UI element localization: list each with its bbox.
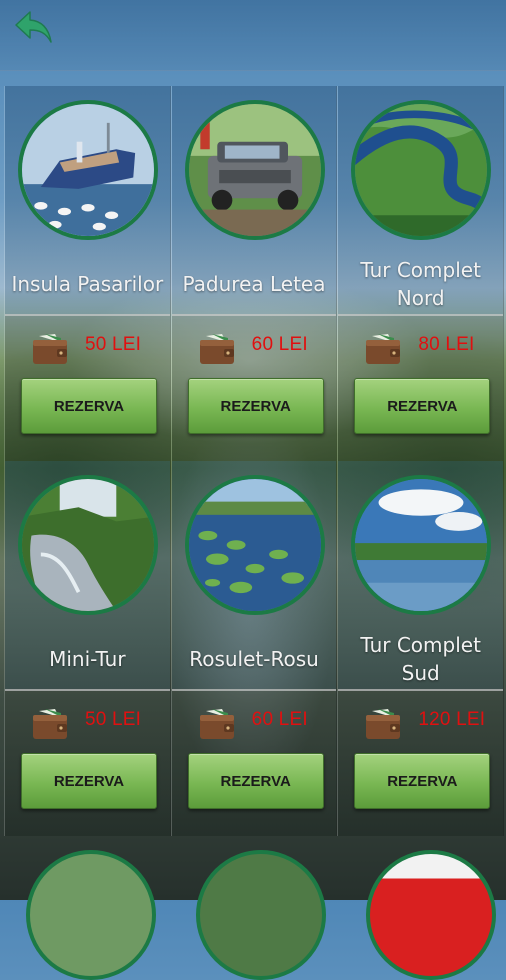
tour-image-partial[interactable] [26, 850, 156, 980]
reserve-button[interactable]: REZERVA [354, 378, 491, 434]
tour-card-footer: 60 LEI REZERVA [171, 689, 337, 836]
reserve-button[interactable]: REZERVA [354, 753, 491, 809]
tour-card-footer: 80 LEI REZERVA [338, 314, 504, 461]
tour-card-footer: 50 LEI REZERVA [5, 314, 170, 461]
reserve-button[interactable]: REZERVA [21, 753, 157, 809]
reserve-button[interactable]: REZERVA [187, 378, 324, 434]
wallet-icon [198, 332, 236, 366]
tour-name: Tur Complet Sud [360, 633, 481, 685]
tour-name: Padurea Letea [182, 272, 326, 296]
tour-image[interactable] [184, 475, 325, 615]
tour-card-header: Rosulet-Rosu [171, 461, 337, 689]
tour-price: 60 LEI [251, 709, 308, 730]
tour-card: Mini-Tur 50 LEI REZERVA [4, 461, 171, 836]
wallet-icon [31, 332, 69, 366]
tour-card: Tur Complet Nord 80 LEI REZERVA [337, 86, 505, 461]
tour-image[interactable] [351, 100, 492, 240]
tour-card-footer: 60 LEI REZERVA [171, 314, 337, 461]
tour-price: 60 LEI [251, 334, 308, 355]
tour-image[interactable] [351, 475, 492, 615]
wallet-icon [198, 707, 236, 741]
tour-image-partial[interactable] [196, 850, 326, 980]
tour-card-header: Mini-Tur [5, 461, 170, 689]
reserve-button[interactable]: REZERVA [21, 378, 157, 434]
back-button[interactable] [12, 8, 56, 48]
tour-card-footer: 50 LEI REZERVA [5, 689, 170, 836]
tour-image[interactable] [18, 475, 158, 615]
top-bar [0, 0, 506, 71]
wallet-icon [364, 707, 402, 741]
tour-price: 50 LEI [85, 709, 142, 730]
tour-name: Tur Complet Nord [360, 258, 481, 310]
tour-card: Tur Complet Sud 120 LEI REZERVA [337, 461, 505, 836]
tour-row: Mini-Tur 50 LEI REZERVA Rosulet-Rosu 60 … [4, 461, 505, 836]
tour-row: Insula Pasarilor 50 LEI REZERVA Padurea … [4, 86, 505, 461]
tour-card-footer: 120 LEI REZERVA [338, 689, 504, 836]
wallet-icon [31, 707, 69, 741]
tour-card: Rosulet-Rosu 60 LEI REZERVA [170, 461, 338, 836]
tour-card-header: Insula Pasarilor [5, 86, 170, 314]
tour-card: Padurea Letea 60 LEI REZERVA [170, 86, 338, 461]
tour-grid: Insula Pasarilor 50 LEI REZERVA Padurea … [4, 86, 505, 836]
tour-price: 50 LEI [85, 334, 142, 355]
tour-name: Insula Pasarilor [11, 272, 164, 296]
tour-image[interactable] [18, 100, 158, 240]
tour-card-header: Tur Complet Nord [338, 86, 504, 314]
tour-name: Mini-Tur [49, 647, 126, 671]
tour-card-header: Tur Complet Sud [338, 461, 504, 689]
tour-card-header: Padurea Letea [171, 86, 337, 314]
tour-price: 80 LEI [418, 334, 475, 355]
wallet-icon [364, 332, 402, 366]
tour-image[interactable] [184, 100, 325, 240]
tour-price: 120 LEI [418, 709, 486, 730]
tour-card: Insula Pasarilor 50 LEI REZERVA [4, 86, 171, 461]
tour-name: Rosulet-Rosu [189, 647, 319, 671]
reserve-button[interactable]: REZERVA [187, 753, 324, 809]
tour-image-partial[interactable] [366, 850, 496, 980]
back-arrow-icon [15, 11, 52, 43]
